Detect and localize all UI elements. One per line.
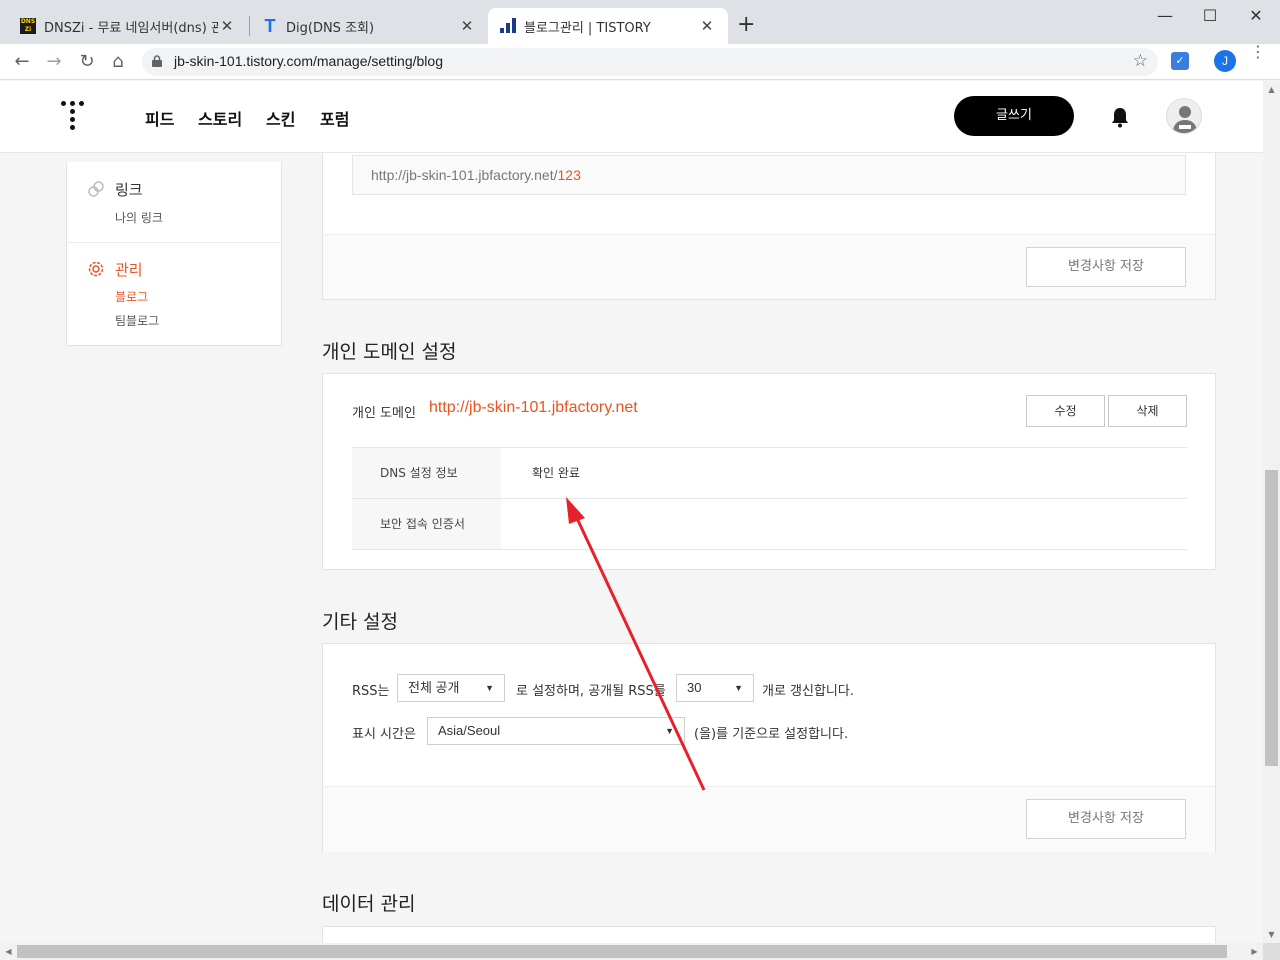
tab-title: 블로그관리 | TISTORY	[524, 20, 651, 36]
new-tab-button[interactable]: +	[737, 14, 755, 36]
address-settings-panel: http://jb-skin-101.jbfactory.net/123 변경사…	[322, 153, 1216, 300]
close-tab-icon[interactable]: ✕	[218, 17, 236, 35]
browser-toolbar: ← → ↻ ⌂ jb-skin-101.tistory.com/manage/s…	[0, 44, 1280, 80]
url-text: jb-skin-101.tistory.com/manage/setting/b…	[174, 53, 443, 69]
data-section-title: 데이터 관리	[322, 893, 416, 915]
bookmark-star-icon[interactable]: ☆	[1133, 51, 1148, 71]
sidebar-item-blog[interactable]: 블로그	[115, 288, 148, 305]
tistory-bars-icon	[500, 18, 516, 34]
rss-suffix-label: 개로 갱신합니다.	[762, 684, 854, 699]
delete-domain-button[interactable]: 삭제	[1108, 395, 1187, 427]
address-bar[interactable]: jb-skin-101.tistory.com/manage/setting/b…	[142, 48, 1158, 76]
minimize-button[interactable]: —	[1150, 6, 1180, 25]
scrollbar-thumb[interactable]	[17, 945, 1227, 958]
chevron-down-icon: ▼	[734, 683, 743, 693]
chevron-down-icon: ▼	[665, 726, 674, 736]
back-arrow-icon[interactable]: ←	[10, 50, 34, 74]
sidebar-item-link[interactable]: 링크	[115, 179, 143, 200]
lock-icon	[152, 55, 162, 67]
forward-arrow-icon[interactable]: →	[42, 50, 66, 74]
scroll-down-icon[interactable]: ▼	[1263, 926, 1280, 943]
time-prefix-label: 표시 시간은	[352, 727, 416, 742]
address-preview: http://jb-skin-101.jbfactory.net/123	[352, 155, 1186, 195]
profile-avatar[interactable]: J	[1214, 50, 1236, 72]
write-button[interactable]: 글쓰기	[954, 96, 1074, 136]
scroll-left-icon[interactable]: ◀	[0, 943, 17, 960]
sidebar-item-my-links[interactable]: 나의 링크	[115, 209, 163, 226]
rss-visibility-select[interactable]: 전체 공개 ▼	[397, 674, 505, 702]
domain-url[interactable]: http://jb-skin-101.jbfactory.net	[429, 399, 638, 417]
edit-domain-button[interactable]: 수정	[1026, 395, 1105, 427]
extension-icon[interactable]: ✓	[1171, 52, 1189, 70]
nav-skin[interactable]: 스킨	[266, 106, 295, 130]
rss-mid-label: 로 설정하며, 공개될 RSS를	[516, 684, 666, 699]
user-silhouette-icon	[1173, 106, 1197, 133]
dnszi-icon: DNS Zi	[20, 18, 36, 34]
scroll-up-icon[interactable]: ▲	[1263, 81, 1280, 98]
scroll-right-icon[interactable]: ▶	[1246, 943, 1263, 960]
tistory-logo-icon[interactable]	[61, 101, 87, 131]
tab-title: DNSZi - 무료 네임서버(dns) 관리	[44, 20, 218, 36]
horizontal-scrollbar[interactable]: ◀ ▶	[0, 943, 1263, 960]
maximize-button[interactable]: ☐	[1195, 6, 1225, 25]
browser-tab-dnszi[interactable]: DNS Zi DNSZi - 무료 네임서버(dns) 관리 ✕	[8, 8, 248, 44]
dns-setting-label: DNS 설정 정보	[352, 448, 501, 498]
browser-tab-dig[interactable]: T Dig(DNS 조회) ✕	[250, 8, 488, 44]
table-row: DNS 설정 정보 확인 완료	[352, 448, 1187, 499]
sidebar-item-team-blog[interactable]: 팀블로그	[115, 312, 159, 329]
sidebar-item-manage[interactable]: 관리	[115, 259, 143, 280]
etc-section-title: 기타 설정	[322, 611, 398, 633]
user-avatar[interactable]	[1166, 98, 1202, 134]
chevron-down-icon: ▼	[485, 683, 494, 693]
nav-story[interactable]: 스토리	[198, 106, 242, 130]
data-management-panel	[322, 926, 1216, 943]
close-tab-icon[interactable]: ✕	[458, 17, 476, 35]
etc-settings-panel: RSS는 전체 공개 ▼ 로 설정하며, 공개될 RSS를 30 ▼ 개로 갱신합니…	[322, 643, 1216, 852]
scrollbar-corner	[1263, 943, 1280, 960]
domain-label: 개인 도메인	[352, 406, 416, 421]
tistory-header: 피드 스토리 스킨 포럼 글쓰기	[0, 81, 1263, 153]
gear-icon	[88, 261, 104, 277]
scrollbar-thumb[interactable]	[1265, 470, 1278, 766]
manage-sidebar: 링크 나의 링크 관리 블로그 팀블로그	[66, 162, 282, 346]
rss-count-select[interactable]: 30 ▼	[676, 674, 754, 702]
table-row: 보안 접속 인증서	[352, 499, 1187, 550]
dns-setting-value: 확인 완료	[532, 466, 580, 480]
browser-menu-icon[interactable]: ⋮	[1250, 44, 1266, 60]
home-icon[interactable]: ⌂	[106, 50, 130, 74]
browser-tab-bar: DNS Zi DNSZi - 무료 네임서버(dns) 관리 ✕ T Dig(D…	[0, 0, 1280, 44]
t-icon: T	[264, 16, 276, 36]
save-changes-button[interactable]: 변경사항 저장	[1026, 799, 1186, 839]
domain-settings-panel: 개인 도메인 http://jb-skin-101.jbfactory.net …	[322, 373, 1216, 570]
page-viewport: 피드 스토리 스킨 포럼 글쓰기 링크 나의 링크 관리 블로그 팀블로그 ht…	[0, 81, 1263, 943]
browser-tab-tistory[interactable]: 블로그관리 | TISTORY ✕	[488, 8, 728, 44]
timezone-select[interactable]: Asia/Seoul ▼	[427, 717, 685, 745]
link-icon	[88, 181, 104, 197]
sidebar-divider	[67, 242, 281, 243]
save-changes-button[interactable]: 변경사항 저장	[1026, 247, 1186, 287]
dns-info-table: DNS 설정 정보 확인 완료 보안 접속 인증서	[352, 447, 1187, 550]
nav-forum[interactable]: 포럼	[320, 106, 349, 130]
vertical-scrollbar[interactable]: ▲ ▼	[1263, 81, 1280, 943]
panel-footer: 변경사항 저장	[323, 234, 1215, 299]
domain-section-title: 개인 도메인 설정	[322, 341, 457, 363]
tab-title: Dig(DNS 조회)	[286, 20, 375, 36]
bell-icon[interactable]	[1110, 106, 1130, 128]
ssl-certificate-label: 보안 접속 인증서	[352, 499, 501, 549]
time-suffix-label: (을)를 기준으로 설정합니다.	[694, 727, 849, 742]
rss-prefix-label: RSS는	[352, 684, 390, 699]
reload-icon[interactable]: ↻	[75, 50, 99, 74]
close-tab-icon[interactable]: ✕	[698, 17, 716, 35]
nav-feed[interactable]: 피드	[145, 106, 174, 130]
close-window-button[interactable]: ✕	[1241, 6, 1271, 25]
panel-footer: 변경사항 저장	[323, 786, 1215, 852]
